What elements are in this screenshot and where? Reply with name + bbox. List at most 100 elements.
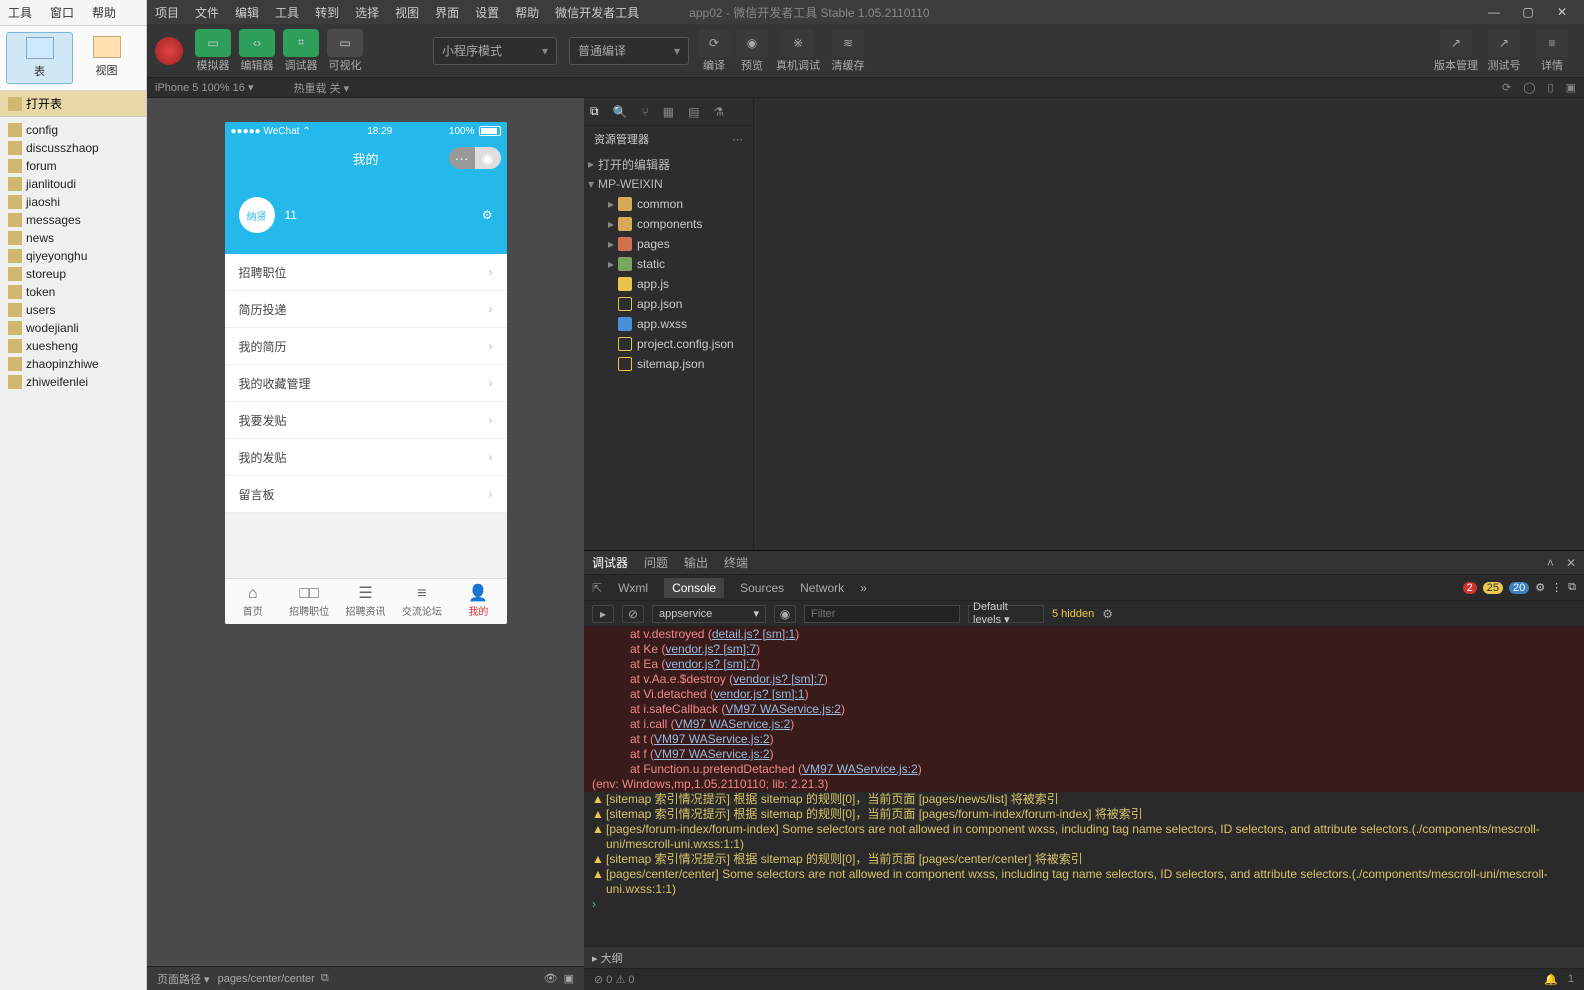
menu-item[interactable]: 工具 [275,4,299,21]
minimize-button[interactable]: — [1480,3,1508,21]
folder-item[interactable]: ▸pages [584,234,753,254]
subtab-wxml[interactable]: Wxml [618,581,648,595]
table-item[interactable]: zhiweifenlei [4,373,142,391]
simulator-toggle[interactable]: ▭ [195,29,231,57]
subtab-more[interactable]: » [860,581,867,595]
source-link[interactable]: VM97 WAService.js:2 [725,702,841,717]
table-item[interactable]: news [4,229,142,247]
remote-debug-button[interactable]: ※ [782,29,814,57]
debugger-toggle[interactable]: ⌗ [283,29,319,57]
test-account-button[interactable]: ↗ [1488,29,1520,57]
files-tab-icon[interactable]: ⧉ [590,104,599,119]
ext-tab-icon[interactable]: ▦ [663,105,674,119]
ribbon-table-button[interactable]: 表 [6,32,73,84]
subtab-network[interactable]: Network [800,581,844,595]
popout-sim-icon[interactable]: ▣ [564,972,574,985]
table-item[interactable]: storeup [4,265,142,283]
profile-menu-item[interactable]: 留言板› [225,476,507,513]
profile-menu-item[interactable]: 我要发贴› [225,402,507,439]
bookmark-tab-icon[interactable]: ▤ [688,105,699,119]
tabbar-item[interactable]: ≡交流论坛 [394,579,450,624]
console-live-icon[interactable]: ◉ [774,605,796,623]
avatar[interactable]: 纳贤 [239,197,275,233]
file-item[interactable]: project.config.json [584,334,753,354]
panel-close-icon[interactable]: ✕ [1566,556,1576,570]
source-link[interactable]: vendor.js? [sm]:7 [665,642,756,657]
panel-collapse-icon[interactable]: ˄ [1547,556,1554,570]
panel-tab-problems[interactable]: 问题 [644,554,668,571]
tabbar-item[interactable]: ⌂首页 [225,579,281,624]
table-item[interactable]: jianlitoudi [4,175,142,193]
scm-tab-icon[interactable]: ⑂ [642,105,649,119]
refresh-icon[interactable]: ⟳ [1502,81,1511,94]
console-filter-input[interactable] [804,605,960,623]
close-button[interactable]: ✕ [1548,3,1576,21]
visibility-icon[interactable]: 👁 [544,972,558,985]
menu-item[interactable]: 界面 [435,4,459,21]
console-prompt[interactable]: › [584,897,1584,912]
maximize-button[interactable]: ▢ [1514,3,1542,21]
tabbar-item[interactable]: □□招聘职位 [281,579,337,624]
menu-item[interactable]: 设置 [475,4,499,21]
console-run-icon[interactable]: ▸ [592,605,614,623]
file-item[interactable]: app.js [584,274,753,294]
menu-item[interactable]: 视图 [395,4,419,21]
table-item[interactable]: qiyeyonghu [4,247,142,265]
console-context-select[interactable]: appservice▾ [652,605,766,623]
source-link[interactable]: vendor.js? [sm]:7 [733,672,824,687]
table-item[interactable]: xuesheng [4,337,142,355]
info-count-badge[interactable]: 20 [1509,582,1529,594]
source-link[interactable]: detail.js? [sm]:1 [712,627,795,642]
preview-button[interactable]: ◉ [736,29,768,57]
console-settings-icon[interactable]: ⚙ [1535,581,1545,594]
source-link[interactable]: VM97 WAService.js:2 [654,732,770,747]
console-filter-settings-icon[interactable]: ⚙ [1102,607,1113,621]
stop-icon[interactable]: ◯ [1523,81,1535,94]
file-item[interactable]: app.wxss [584,314,753,334]
capsule-menu-button[interactable]: ··· [449,147,475,169]
folder-item[interactable]: ▸static [584,254,753,274]
panel-tab-output[interactable]: 输出 [684,554,708,571]
console-more-icon[interactable]: ⋮ [1551,581,1562,594]
host-menu-item[interactable]: 帮助 [92,4,116,21]
tabbar-item[interactable]: ☰招聘资讯 [337,579,393,624]
popout-icon[interactable]: ▣ [1566,81,1576,94]
outline-bar[interactable]: ▸ 大纲 [584,946,1584,968]
subtab-sources[interactable]: Sources [740,581,784,595]
panel-tab-debugger[interactable]: 调试器 [592,554,628,571]
tabbar-item[interactable]: 👤我的 [450,579,506,624]
table-item[interactable]: messages [4,211,142,229]
console-clear-icon[interactable]: ⊘ [622,605,644,623]
editor-toggle[interactable]: ‹› [239,29,275,57]
table-item[interactable]: config [4,121,142,139]
host-menu-item[interactable]: 工具 [8,4,32,21]
source-link[interactable]: VM97 WAService.js:2 [654,747,770,762]
settings-gear-icon[interactable]: ⚙ [482,208,493,222]
compile-button[interactable]: ⟳ [698,29,730,57]
menu-item[interactable]: 转到 [315,4,339,21]
explorer-more-icon[interactable]: ⋯ [732,133,743,146]
menu-item[interactable]: 项目 [155,4,179,21]
page-route-dropdown[interactable]: 页面路径 ▾ [157,971,210,987]
folder-item[interactable]: ▸components [584,214,753,234]
profile-menu-item[interactable]: 简历投递› [225,291,507,328]
panel-tab-terminal[interactable]: 终端 [724,554,748,571]
console-levels-select[interactable]: Default levels ▾ [968,605,1044,623]
warn-count-badge[interactable]: 25 [1483,582,1503,594]
device-icon[interactable]: ▯ [1548,81,1554,94]
problems-summary[interactable]: ⊘ 0 ⚠ 0 [594,973,634,986]
search-tab-icon[interactable]: 🔍 [613,105,628,119]
menu-item[interactable]: 帮助 [515,4,539,21]
console-dock-icon[interactable]: ⧉ [1568,581,1576,594]
folder-item[interactable]: ▸common [584,194,753,214]
copy-path-icon[interactable]: ⧉ [321,972,329,985]
profile-menu-item[interactable]: 我的简历› [225,328,507,365]
profile-menu-item[interactable]: 我的发贴› [225,439,507,476]
compile-dropdown[interactable]: 普通编译▾ [569,37,689,65]
table-item[interactable]: jiaoshi [4,193,142,211]
open-tables-tab[interactable]: 打开表 [0,91,146,117]
error-count-badge[interactable]: 2 [1463,582,1477,594]
capsule-close-button[interactable]: ◉ [475,147,501,169]
inspect-icon[interactable]: ⇱ [592,581,602,595]
details-button[interactable]: ≡ [1536,29,1568,57]
